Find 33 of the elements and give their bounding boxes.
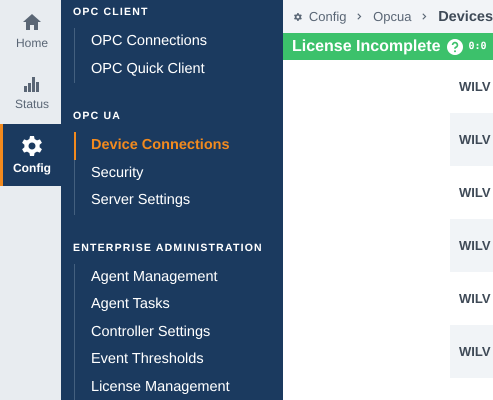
home-icon — [22, 12, 42, 30]
chevron-icon — [422, 12, 428, 21]
chevron-icon — [357, 12, 362, 21]
nav-item[interactable]: Security — [91, 160, 282, 187]
settings-icon — [22, 136, 42, 156]
nav-item[interactable]: Agent Tasks — [91, 291, 282, 318]
settings-icon — [294, 12, 302, 22]
nav-item[interactable]: License Management — [91, 374, 282, 400]
table-cell-text: WILV — [458, 78, 492, 96]
timer-text: 0:0 — [468, 41, 487, 52]
bar-chart-icon — [23, 76, 41, 92]
table-cell: WILV — [450, 219, 493, 272]
rail-tab[interactable]: Home — [0, 0, 61, 62]
nav-item[interactable]: Controller Settings — [91, 318, 282, 346]
table-cell-text: WILV — [458, 290, 492, 308]
nav-item[interactable]: OPC Connections — [91, 28, 282, 56]
nav-item[interactable]: Agent Management — [91, 264, 282, 291]
section-heading: OPC UA — [73, 109, 122, 123]
nav-item[interactable]: OPC Quick Client — [91, 56, 282, 83]
table-cell: WILV — [450, 325, 493, 378]
breadcrumb-link[interactable]: Config — [308, 9, 346, 24]
nav-item[interactable]: Event Thresholds — [91, 346, 282, 374]
banner-text: License Incomplete — [292, 38, 440, 56]
rail-tab[interactable]: Status — [0, 62, 61, 124]
help-icon[interactable] — [446, 38, 462, 54]
nav-item[interactable]: Server Settings — [91, 187, 282, 214]
table-cell-text: WILV — [458, 184, 492, 202]
rail-tab[interactable]: Config — [0, 124, 61, 186]
breadcrumb-link[interactable]: Opcua — [373, 9, 412, 24]
page-title: Devices — [438, 8, 493, 24]
section-heading: ENTERPRISE ADMINISTRATION — [73, 240, 264, 254]
section-heading: OPC CLIENT — [73, 5, 150, 19]
table-cell: WILV — [450, 113, 493, 166]
